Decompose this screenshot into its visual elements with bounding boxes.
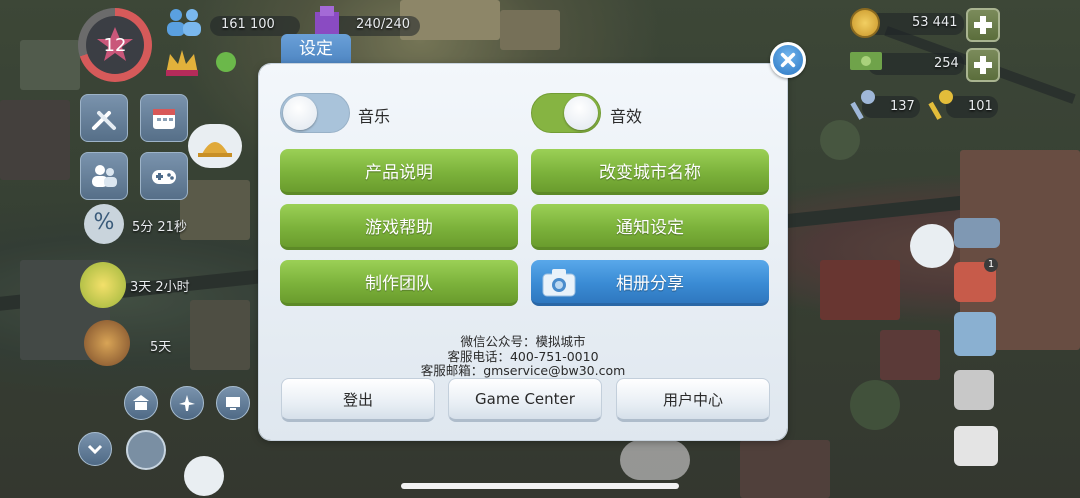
landmark-icon xyxy=(133,395,149,410)
park-event-icon[interactable] xyxy=(80,262,126,308)
music-label: 音乐 xyxy=(358,107,391,126)
shield-badge-icon[interactable] xyxy=(126,430,166,470)
population-icon xyxy=(162,6,206,38)
clipboard-bubble-icon[interactable] xyxy=(184,456,224,496)
monitor-icon xyxy=(226,397,240,410)
sound-effects-toggle[interactable] xyxy=(531,93,601,133)
computer-button[interactable] xyxy=(216,386,250,420)
simoleon-coin-icon xyxy=(850,8,880,38)
game-help-button[interactable]: 游戏帮助 xyxy=(280,204,518,250)
build-tools-button[interactable] xyxy=(80,94,128,142)
gamepad-icon xyxy=(152,170,176,184)
album-share-label: 相册分享 xyxy=(616,274,684,294)
calendar-button[interactable] xyxy=(140,94,188,142)
dialog-title-tab: 设定 xyxy=(281,34,351,68)
happiness-icon xyxy=(216,52,236,72)
music-toggle[interactable] xyxy=(280,93,350,133)
landmark-button[interactable] xyxy=(124,386,158,420)
wrench-screwdriver-icon xyxy=(92,111,116,130)
add-simoleons-button[interactable] xyxy=(966,8,1000,42)
sound-effects-label: 音效 xyxy=(610,107,643,126)
camera-icon xyxy=(541,266,577,298)
toggle-knob xyxy=(564,96,598,130)
notification-settings-button[interactable]: 通知设定 xyxy=(531,204,769,250)
storage-icon[interactable] xyxy=(312,4,342,38)
rename-city-button[interactable]: 改变城市名称 xyxy=(531,149,769,195)
platinum-keys-value: 137 xyxy=(890,99,915,114)
town-hall-icon[interactable] xyxy=(954,426,998,466)
games-button[interactable] xyxy=(140,152,188,200)
platinum-key-icon xyxy=(848,88,878,122)
add-bucks-button[interactable] xyxy=(966,48,1000,82)
credits-button[interactable]: 制作团队 xyxy=(280,260,518,306)
event-timer: 5天 xyxy=(150,340,172,355)
game-center-button[interactable]: Game Center xyxy=(448,378,602,422)
plus-icon xyxy=(974,16,992,34)
road-shop-icon[interactable] xyxy=(954,218,1000,248)
level-number: 12 xyxy=(103,35,127,56)
logout-button[interactable]: 登出 xyxy=(281,378,435,422)
level-ring[interactable]: 12 xyxy=(78,8,152,82)
helmet-bubble-icon[interactable] xyxy=(188,124,242,168)
golden-key-icon xyxy=(926,88,956,122)
product-info-button[interactable]: 产品说明 xyxy=(280,149,518,195)
expand-menu-button[interactable] xyxy=(78,432,112,466)
vip-crown-icon[interactable] xyxy=(162,44,202,80)
close-button[interactable] xyxy=(770,42,806,78)
toggle-knob xyxy=(283,96,317,130)
airport-button[interactable] xyxy=(170,386,204,420)
simcash-icon xyxy=(848,48,884,74)
discount-timer: 5分 21秒 xyxy=(132,220,187,235)
simoleons-value: 53 441 xyxy=(912,15,958,30)
chevron-down-icon xyxy=(87,444,103,455)
discount-icon[interactable]: % xyxy=(84,204,124,244)
friends-button[interactable] xyxy=(80,152,128,200)
factory-icon[interactable] xyxy=(954,370,994,410)
close-icon xyxy=(780,52,796,68)
friends-icon xyxy=(92,165,117,187)
clipboard-bubble-right-icon[interactable] xyxy=(910,224,954,268)
airplane-icon xyxy=(179,395,195,411)
park-timer: 3天 2小时 xyxy=(130,280,190,295)
email-info: 客服邮箱：gmservice@bw30.com xyxy=(420,363,626,378)
calendar-icon xyxy=(153,109,175,129)
home-indicator[interactable] xyxy=(401,483,679,489)
event-building-icon[interactable] xyxy=(84,320,130,366)
bucks-value: 254 xyxy=(934,56,959,71)
population-value: 161 100 xyxy=(221,17,275,32)
plus-icon xyxy=(974,56,992,74)
notification-badge: 1 xyxy=(984,258,998,272)
golden-keys-value: 101 xyxy=(968,99,993,114)
user-center-button[interactable]: 用户中心 xyxy=(616,378,770,422)
storage-value: 240/240 xyxy=(356,17,411,32)
shop-building-icon[interactable] xyxy=(954,312,996,356)
